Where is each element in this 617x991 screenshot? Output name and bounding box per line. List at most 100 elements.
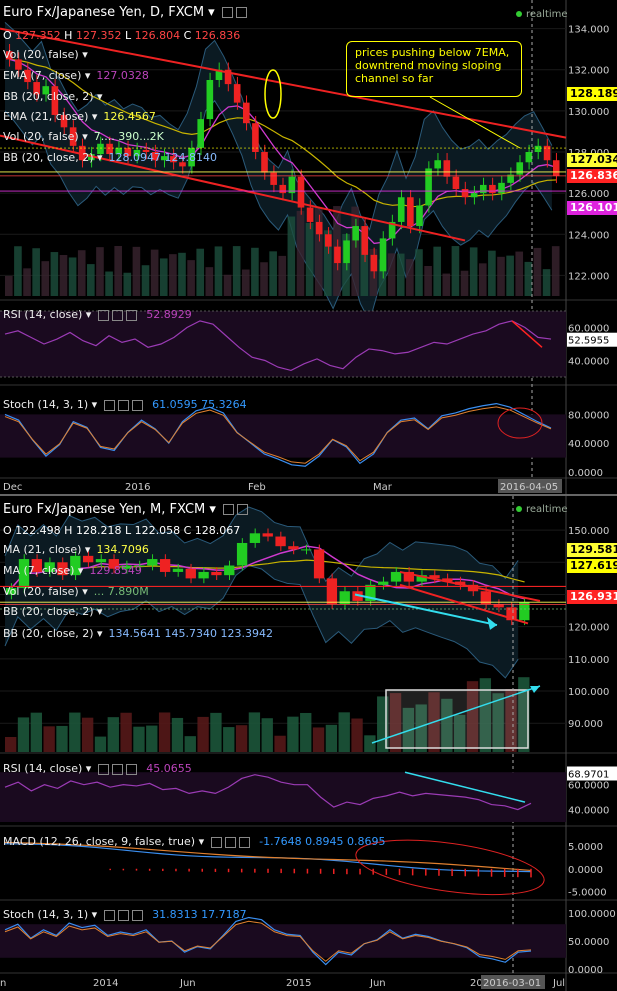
indicator-value: 7.... 390...2K [93,130,164,143]
top-volume-bar [515,251,524,296]
indicator-name[interactable]: Vol (20, false) ▾ [3,130,88,143]
top-volume-bar [442,273,451,296]
settings-icon[interactable] [237,504,249,515]
top-volume-bar [478,263,487,296]
top-volume-bar [196,248,205,296]
top-volume-bar [5,276,13,296]
gear-icon[interactable] [103,909,115,921]
gear-icon[interactable] [103,399,115,411]
top-candle-body [525,152,533,163]
bottom-volume-bar [146,725,158,752]
bottom-volume-bar [184,736,196,752]
close-icon[interactable] [125,763,137,775]
bottom-volume-bar [325,724,338,752]
bottom-candle-body [249,533,261,543]
top-volume-bar [205,267,214,296]
indicator-name[interactable]: BB (20, close, 2) ▾ [3,90,103,103]
top-volume-bar [223,274,232,296]
gear-icon[interactable] [97,309,109,321]
top-volume-bar [50,252,59,296]
bottom-volume-bar [133,726,145,752]
top-price-tag: 126.836 [567,169,617,183]
gear-icon[interactable] [210,836,222,848]
top-stoch-tick: 40.0000 [568,439,609,450]
bottom-stoch-header[interactable]: Stoch (14, 3, 1) ▾ 31.8313 17.7187 [3,908,247,921]
bottom-volume-bar [338,712,350,752]
settings-icon[interactable] [111,763,123,775]
indicator-name[interactable]: MA (21, close) ▾ [3,543,90,556]
top-candle-body [452,176,460,190]
indicator-name[interactable]: BB (20, close, 2) ▾ [3,627,103,640]
close-icon[interactable] [131,909,143,921]
bottom-candle-body [262,533,273,537]
top-volume-bar [524,261,533,296]
bottom-candle-body [172,568,184,572]
top-y-tick: 132.000 [568,66,609,77]
top-candle-body [434,160,442,169]
bottom-volume-box [385,689,529,749]
bottom-x-tick: 2014 [93,978,118,989]
bottom-volume-bar [210,712,222,752]
bottom-stoch-tick: 0.0000 [568,965,603,976]
indicator-value: 126.4567 [103,110,156,123]
bottom-price-tag: 129.581 [567,543,617,557]
indicator-name[interactable]: BB (20, close, 2) ▾ [3,151,103,164]
settings-icon[interactable] [117,399,129,411]
indicator-value: 134.5641 145.7340 123.3942 [108,627,273,640]
top-stoch-tick: 0.0000 [568,468,603,479]
gear-icon[interactable] [97,763,109,775]
top-candle-body [279,184,287,194]
indicator-name[interactable]: EMA (7, close) ▾ [3,69,90,82]
top-candle-body [489,184,496,194]
close-icon[interactable] [125,309,137,321]
top-volume-bar [415,249,423,296]
bottom-volume-bar [351,718,363,752]
bottom-rsi-header[interactable]: RSI (14, close) ▾ 45.0655 [3,762,192,775]
top-volume-bar [178,252,186,296]
top-volume-bar [260,262,268,296]
bottom-indicator-label: Vol (20, false) ▾ ... 7.890M [3,585,149,598]
bottom-candle-body [159,559,171,572]
top-x-tick: Dec [3,482,22,493]
top-candle-body [461,189,469,198]
bottom-volume-bar [235,725,248,752]
settings-icon[interactable] [224,836,236,848]
bottom-volume-bar [43,726,55,752]
gear-icon[interactable] [223,504,235,515]
top-candle-body [315,221,323,235]
top-volume-bar [460,270,469,296]
close-icon[interactable] [131,399,143,411]
bottom-realtime-badge: realtime [516,504,568,515]
top-x-tick: 2016 [125,482,150,493]
indicator-name[interactable]: BB (20, close, 2) ▾ [3,605,103,618]
top-chart-title[interactable]: Euro Fx/Japanese Yen, D, FXCM ▾ [3,5,247,20]
gear-icon[interactable] [221,7,233,18]
settings-icon[interactable] [117,909,129,921]
top-volume-bar [296,210,305,296]
indicator-value: 127.0328 [96,69,149,82]
bottom-price-tag: 127.619 [567,559,617,573]
close-icon[interactable] [238,836,250,848]
indicator-name[interactable]: MA (7, close) ▾ [3,564,83,577]
indicator-name[interactable]: Vol (20, false) ▾ [3,48,88,61]
top-realtime-badge: realtime [516,9,568,20]
top-stoch-header[interactable]: Stoch (14, 3, 1) ▾ 61.0595 75.3264 [3,398,247,411]
settings-icon[interactable] [111,309,123,321]
top-volume-bar [269,251,277,296]
bottom-chart-title[interactable]: Euro Fx/Japanese Yen, M, FXCM ▾ [3,502,249,517]
settings-icon[interactable] [235,7,247,18]
bottom-y-tick: 110.000 [568,655,609,666]
top-indicator-label: BB (20, close, 2) ▾ [3,90,103,103]
bottom-y-tick: 90.000 [568,719,603,730]
indicator-name[interactable]: Vol (20, false) ▾ [3,585,88,598]
indicator-name[interactable]: EMA (21, close) ▾ [3,110,97,123]
top-volume-bar [232,246,241,296]
top-volume-bar [305,222,314,296]
bottom-x-tick: 2016-03-01 [483,978,541,989]
bottom-macd-header[interactable]: MACD (12, 26, close, 9, false, true) ▾ -… [3,835,386,848]
bottom-rsi-tick: 60.0000 [568,781,609,792]
top-volume-bar [469,247,478,296]
bottom-indicator-label: BB (20, close, 2) ▾ [3,605,103,618]
top-volume-bar [150,249,159,296]
top-rsi-header[interactable]: RSI (14, close) ▾ 52.8929 [3,308,192,321]
